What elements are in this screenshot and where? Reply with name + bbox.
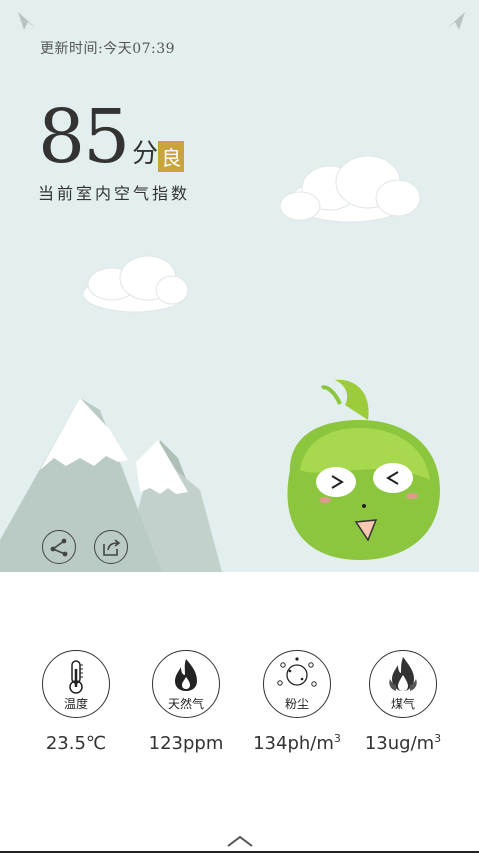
export-button[interactable] — [94, 530, 128, 564]
share-button[interactable] — [42, 530, 76, 564]
metric-value: 123ppm — [148, 733, 224, 754]
metric-label: 粉尘 — [284, 697, 309, 711]
mascot — [287, 379, 440, 560]
score-value: 85 — [38, 94, 130, 180]
metrics-row: 温度 23.5℃ 天然气 123ppm 粉尘 134ph/m3 煤气 13ug/… — [0, 650, 479, 770]
bottom-divider — [0, 851, 479, 853]
metric-ring: 粉尘 — [263, 650, 331, 718]
metric-natural-gas[interactable]: 天然气 123ppm — [131, 650, 241, 754]
score-unit: 分 — [132, 139, 159, 169]
chevron-up-icon[interactable] — [226, 834, 254, 848]
air-index-caption: 当前室内空气指数 — [38, 184, 191, 203]
metric-ring: 温度 — [42, 650, 110, 718]
metric-value: 13ug/m3 — [364, 732, 442, 754]
share-icon — [50, 538, 68, 557]
paper-plane-icon — [18, 12, 36, 30]
paper-plane-icon — [447, 12, 465, 30]
metric-ring: 天然气 — [152, 650, 220, 718]
metric-label: 天然气 — [167, 697, 204, 711]
air-score: 85 分 良 — [38, 94, 185, 180]
metric-dust[interactable]: 粉尘 134ph/m3 — [242, 650, 352, 754]
update-time: 更新时间:今天07:39 — [40, 41, 176, 57]
metric-value: 23.5℃ — [45, 733, 107, 754]
metric-temperature[interactable]: 温度 23.5℃ — [21, 650, 131, 754]
cloud-right — [279, 155, 421, 223]
metric-coal-gas[interactable]: 煤气 13ug/m3 — [348, 650, 458, 754]
level-badge: 良 — [158, 141, 185, 172]
metric-label: 煤气 — [390, 697, 415, 711]
metric-ring: 煤气 — [369, 650, 437, 718]
metric-value: 134ph/m3 — [253, 732, 341, 754]
sky-panel: 更新时间:今天07:39 85 分 良 当前室内空气指数 — [0, 0, 479, 572]
export-icon — [103, 539, 121, 556]
cloud-left — [82, 255, 189, 313]
metric-label: 温度 — [63, 697, 88, 711]
scene-illustration — [0, 155, 440, 572]
